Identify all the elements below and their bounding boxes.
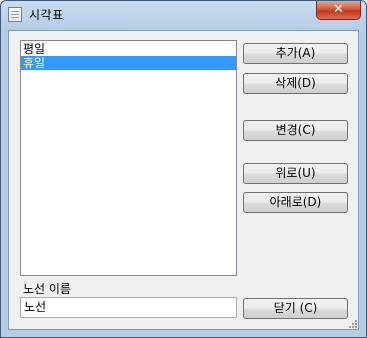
title-bar[interactable]: 시각표 ✕ [1,1,366,29]
dialog-content: 평일 휴일 추가(A) 삭제(D) 변경(C) 위로(U) 아래로(D) 노선 … [8,30,359,330]
timetable-list[interactable]: 평일 휴일 [20,40,237,276]
close-icon[interactable]: ✕ [316,1,361,20]
dialog-window: 시각표 ✕ 평일 휴일 추가(A) 삭제(D) 변경(C) 위로(U) 아래로(… [0,0,367,338]
window-title: 시각표 [29,8,64,22]
route-name-label: 노선 이름 [23,282,71,296]
add-button[interactable]: 추가(A) [243,43,348,64]
move-up-button[interactable]: 위로(U) [243,163,348,184]
move-down-button[interactable]: 아래로(D) [243,192,348,213]
window-icon [8,7,22,22]
route-name-input[interactable]: 노선 [20,297,237,318]
list-item-weekday[interactable]: 평일 [21,42,236,56]
close-button[interactable]: 닫기 (C) [243,298,348,319]
list-item-holiday[interactable]: 휴일 [21,56,236,70]
resize-grip-icon[interactable] [347,318,357,328]
delete-button[interactable]: 삭제(D) [243,73,348,94]
change-button[interactable]: 변경(C) [243,120,348,141]
